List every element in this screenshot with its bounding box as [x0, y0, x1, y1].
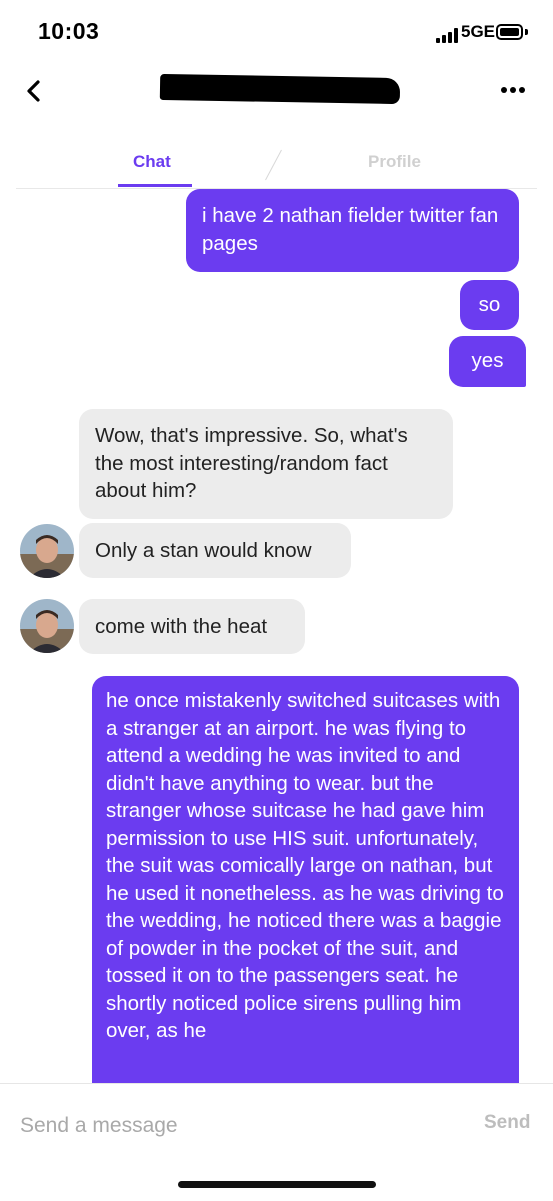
avatar	[20, 599, 74, 653]
message-composer: Send	[0, 1083, 553, 1201]
battery-cap	[525, 29, 528, 35]
status-bar: 10:03 5GE	[0, 0, 553, 64]
more-horizontal-icon[interactable]	[496, 76, 530, 104]
tab-chat[interactable]: Chat	[133, 152, 171, 172]
message-bubble-outgoing: i have 2 nathan fielder twitter fan page…	[186, 189, 519, 272]
message-bubble-incoming: come with the heat	[79, 599, 305, 654]
send-button[interactable]: Send	[484, 1112, 530, 1134]
chat-header	[0, 64, 553, 120]
message-bubble-outgoing: yes	[449, 336, 526, 387]
message-input[interactable]	[20, 1106, 400, 1146]
signal-icon	[436, 28, 458, 43]
message-list[interactable]: i have 2 nathan fielder twitter fan page…	[0, 189, 553, 1083]
redacted-contact-name	[159, 73, 401, 105]
chevron-left-icon[interactable]	[20, 77, 48, 105]
message-bubble-outgoing: so	[460, 280, 519, 330]
tab-divider	[265, 149, 282, 181]
network-label: 5GE	[461, 22, 496, 41]
avatar	[20, 524, 74, 578]
tab-profile[interactable]: Profile	[368, 152, 421, 172]
message-bubble-incoming: Wow, that's impressive. So, what's the m…	[79, 409, 453, 519]
tab-bar: Chat Profile	[16, 140, 537, 189]
battery-icon	[496, 24, 523, 40]
message-bubble-outgoing: he once mistakenly switched suitcases wi…	[92, 676, 519, 1083]
status-time: 10:03	[38, 18, 100, 44]
home-indicator[interactable]	[178, 1181, 376, 1188]
active-tab-indicator	[118, 184, 192, 187]
message-bubble-incoming: Only a stan would know	[79, 523, 351, 578]
